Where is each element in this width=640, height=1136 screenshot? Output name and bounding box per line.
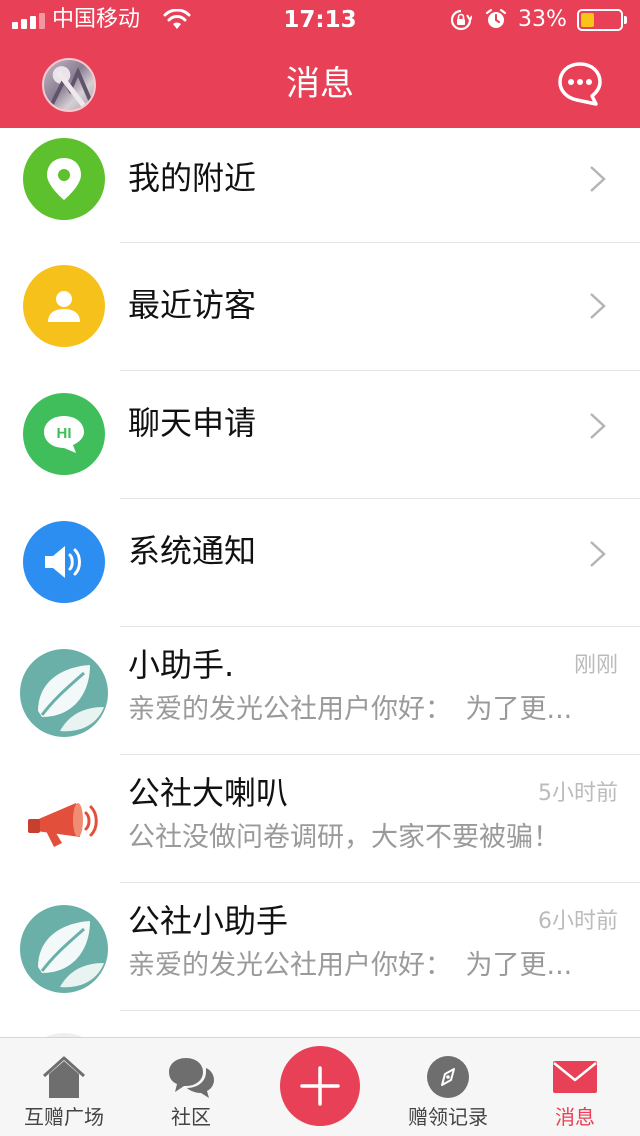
hi-bubble-icon: HI — [23, 393, 105, 475]
menu-item-nearby[interactable]: 我的附近 — [0, 128, 640, 256]
conversation-item[interactable]: 公社小助手 6小时前 亲爱的发光公社用户你好： 为了更... — [0, 883, 640, 1011]
megaphone-avatar — [20, 777, 108, 865]
person-icon — [23, 265, 105, 347]
tab-exchange-square[interactable]: 互赠广场 — [0, 1038, 128, 1136]
status-bar: 中国移动 17:13 33% — [0, 0, 640, 40]
leaf-avatar — [20, 905, 108, 993]
tab-label: 赠领记录 — [408, 1105, 488, 1129]
menu-item-chat-requests[interactable]: HI 聊天申请 — [0, 371, 640, 499]
speaker-icon — [23, 521, 105, 603]
conversation-time: 刚刚 — [573, 653, 618, 678]
header-bar: 消息 — [0, 40, 640, 128]
tab-label: 社区 — [171, 1105, 211, 1129]
rotation-lock-icon — [450, 9, 472, 31]
chat-bubble-icon[interactable] — [556, 60, 604, 108]
tab-community[interactable]: 社区 — [127, 1038, 255, 1136]
conversation-name: 小助手. — [128, 646, 235, 684]
menu-item-label: 系统通知 — [128, 532, 257, 570]
conversation-preview: 公社没做问卷调研，大家不要被骗！ — [128, 822, 560, 853]
chat-bubbles-icon — [169, 1058, 214, 1098]
envelope-icon — [553, 1061, 597, 1093]
tab-label: 消息 — [555, 1105, 595, 1129]
tab-bar: 互赠广场 社区 赠领记录 消息 — [0, 1037, 640, 1136]
plus-icon — [300, 1066, 340, 1106]
tab-label: 互赠广场 — [24, 1105, 104, 1129]
battery-percent: 33% — [518, 7, 567, 32]
conversation-preview: 亲爱的发光公社用户你好： 为了更... — [128, 694, 573, 725]
compass-icon — [427, 1056, 469, 1098]
menu-item-system-notifications[interactable]: 系统通知 — [0, 499, 640, 627]
menu-item-label: 我的附近 — [128, 159, 257, 197]
chevron-right-icon — [590, 413, 606, 439]
battery-level — [581, 13, 594, 27]
conversation-name: 公社大喇叭 — [128, 774, 289, 812]
conversation-time: 6小时前 — [538, 909, 618, 934]
conversation-item[interactable]: 小助手. 刚刚 亲爱的发光公社用户你好： 为了更... — [0, 627, 640, 755]
house-icon — [42, 1056, 86, 1098]
battery-icon — [577, 9, 627, 31]
alarm-icon — [485, 8, 507, 28]
conversation-time: 5小时前 — [538, 781, 618, 806]
conversation-preview: 亲爱的发光公社用户你好： 为了更... — [128, 950, 573, 981]
chevron-right-icon — [590, 166, 606, 192]
menu-item-recent-visitors[interactable]: 最近访客 — [0, 243, 640, 371]
tab-messages[interactable]: 消息 — [511, 1038, 639, 1136]
hi-text: HI — [57, 425, 72, 442]
menu-item-label: 聊天申请 — [128, 404, 257, 442]
menu-item-label: 最近访客 — [128, 286, 257, 324]
location-pin-icon — [23, 138, 105, 220]
conversation-item[interactable] — [0, 1011, 640, 1037]
add-button[interactable] — [280, 1046, 360, 1126]
conversation-item[interactable]: 公社大喇叭 5小时前 公社没做问卷调研，大家不要被骗！ — [0, 755, 640, 883]
page-title: 消息 — [286, 64, 354, 104]
leaf-avatar — [20, 649, 108, 737]
conversation-name: 公社小助手 — [128, 902, 289, 940]
app-root: 中国移动 17:13 33% 消息 我的附近 最近访客 HI 聊天申请 系统通知… — [0, 0, 640, 1136]
tab-gift-records[interactable]: 赠领记录 — [384, 1038, 512, 1136]
chevron-right-icon — [590, 293, 606, 319]
chevron-right-icon — [590, 541, 606, 567]
message-list: 我的附近 最近访客 HI 聊天申请 系统通知 小助手. 刚刚 亲爱的发光公社用户… — [0, 128, 640, 1037]
